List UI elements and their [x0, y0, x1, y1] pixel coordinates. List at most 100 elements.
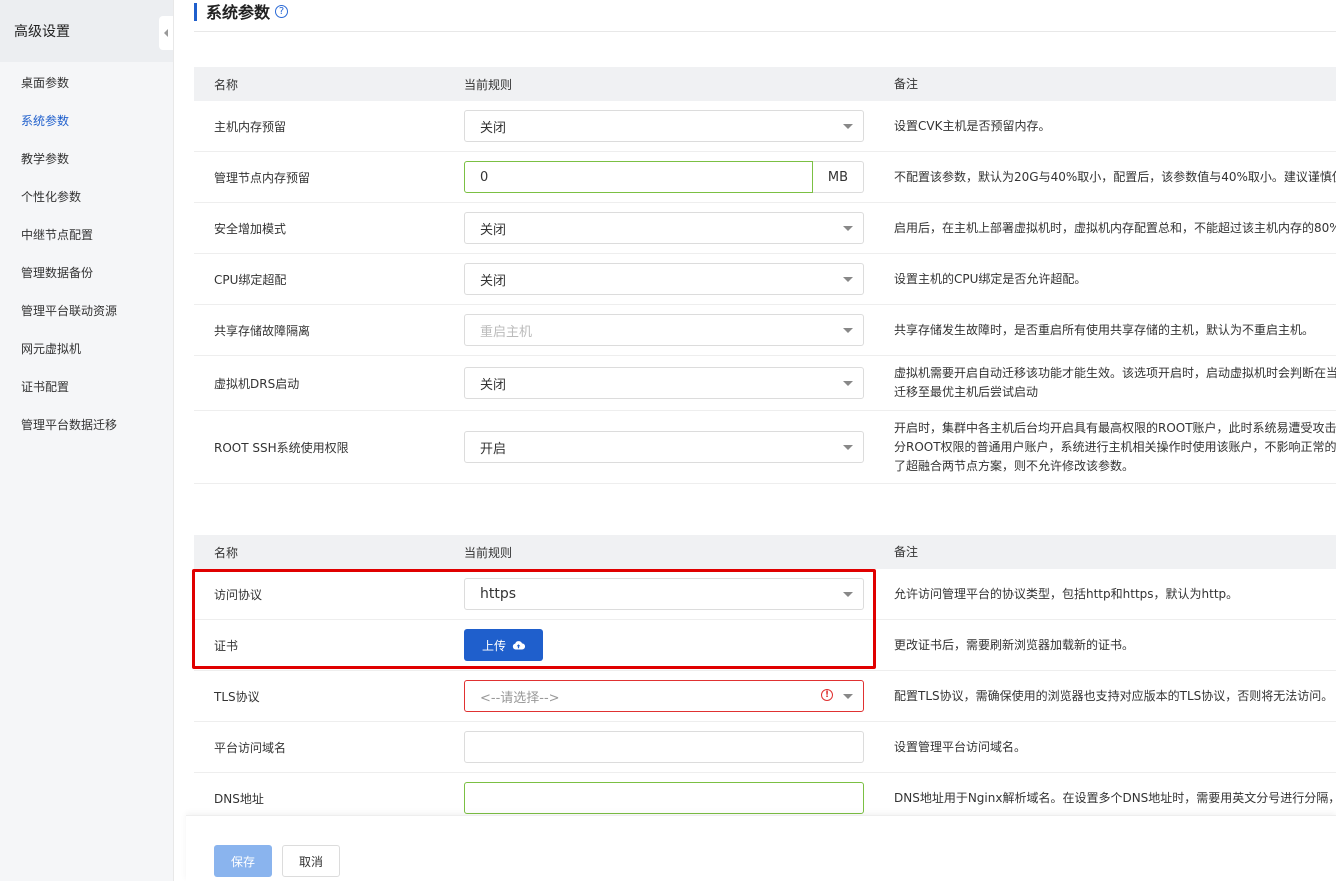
safe-increase-mode-select[interactable]: 关闭 [464, 212, 864, 244]
note-line: 分ROOT权限的普通用户账户，系统进行主机相关操作时使用该账户，不影响正常的 [894, 439, 1336, 454]
sidebar-item-platform-linked-resources[interactable]: 管理平台联动资源 [0, 292, 173, 330]
header-rule: 当前规则 [464, 545, 513, 560]
cpu-binding-overcommit-select[interactable]: 关闭 [464, 263, 864, 295]
row-note: 共享存储发生故障时，是否重启所有使用共享存储的主机，默认为不重启主机。 [894, 322, 1315, 337]
note-line: 迁移至最优主机后尝试启动 [894, 385, 1039, 399]
header-name: 名称 [214, 545, 239, 560]
row-name: 主机内存预留 [214, 119, 287, 134]
select-value: 开启 [480, 441, 507, 457]
table-header: 名称 当前规则 备注 [194, 535, 1336, 569]
access-params-table: 名称 当前规则 备注 访问协议 https 允许访问管理平台的协议类型，包括ht… [194, 535, 1336, 824]
system-params-table: 名称 当前规则 备注 主机内存预留 关闭 设置CVK主机是否预留内存。 管理节点… [194, 67, 1336, 484]
table-row: 共享存储故障隔离 重启主机 共享存储发生故障时，是否重启所有使用共享存储的主机，… [194, 305, 1336, 356]
note-line: 虚拟机需要开启自动迁移该功能才能生效。该选项开启时，启动虚拟机时会判断在当 [894, 366, 1336, 380]
select-placeholder: <--请选择--> [480, 690, 560, 706]
select-value: 重启主机 [480, 324, 533, 340]
row-name: 访问协议 [214, 587, 263, 602]
table-row: 主机内存预留 关闭 设置CVK主机是否预留内存。 [194, 101, 1336, 152]
page-title: 系统参数 [206, 3, 271, 22]
row-note: 不配置该参数，默认为20G与40%取小，配置后，该参数值与40%取小。建议谨慎使 [894, 169, 1336, 184]
caret-down-icon [843, 277, 853, 282]
row-name: TLS协议 [214, 689, 260, 704]
row-note: 启用后，在主机上部署虚拟机时，虚拟机内存配置总和，不能超过该主机内存的80% [894, 220, 1336, 235]
access-protocol-select[interactable]: https [464, 578, 864, 610]
caret-down-icon [843, 226, 853, 231]
sidebar-menu: 桌面参数 系统参数 教学参数 个性化参数 中继节点配置 管理数据备份 管理平台联… [0, 62, 173, 444]
mgmt-node-memory-input-group: 0 MB [464, 161, 864, 193]
row-name: ROOT SSH系统使用权限 [214, 440, 349, 455]
caret-down-icon [843, 694, 853, 699]
vm-drs-start-select[interactable]: 关闭 [464, 367, 864, 399]
table-row: ROOT SSH系统使用权限 开启 开启时，集群中各主机后台均开启具有最高权限的… [194, 411, 1336, 484]
dns-address-input[interactable] [464, 782, 864, 814]
error-icon: ! [821, 689, 833, 701]
caret-down-icon [843, 328, 853, 333]
select-value: 关闭 [480, 222, 507, 238]
save-button[interactable]: 保存 [214, 845, 272, 877]
table-row: CPU绑定超配 关闭 设置主机的CPU绑定是否允许超配。 [194, 254, 1336, 305]
select-value: 关闭 [480, 377, 507, 393]
table-row: TLS协议 <--请选择-->! 配置TLS协议，需确保使用的浏览器也支持对应版… [194, 671, 1336, 722]
footer-bar: 保存 取消 [186, 815, 1336, 881]
row-note: DNS地址用于Nginx解析域名。在设置多个DNS地址时，需要用英文分号进行分隔… [894, 790, 1336, 805]
note-line: 了超融合两节点方案，则不允许修改该参数。 [894, 458, 1135, 473]
table-row: 证书 上传 更改证书后，需要刷新浏览器加载新的证书。 [194, 620, 1336, 671]
row-note: 虚拟机需要开启自动迁移该功能才能生效。该选项开启时，启动虚拟机时会判断在当 迁移… [894, 364, 1336, 402]
note-line: 开启时，集群中各主机后台均开启具有最高权限的ROOT账户，此时系统易遭受攻击 [894, 420, 1336, 435]
sidebar-item-network-element-vm[interactable]: 网元虚拟机 [0, 330, 173, 368]
header-rule: 当前规则 [464, 77, 513, 92]
cloud-upload-icon [512, 641, 525, 650]
row-note: 配置TLS协议，需确保使用的浏览器也支持对应版本的TLS协议，否则将无法访问。 [894, 688, 1334, 703]
title-divider [194, 31, 1336, 32]
host-memory-reserve-select[interactable]: 关闭 [464, 110, 864, 142]
table-row: 安全增加模式 关闭 启用后，在主机上部署虚拟机时，虚拟机内存配置总和，不能超过该… [194, 203, 1336, 254]
header-name: 名称 [214, 77, 239, 92]
main-content: 系统参数 ? 名称 当前规则 备注 主机内存预留 关闭 设置CVK主机是否预留内… [174, 0, 1336, 881]
header-note: 备注 [894, 76, 919, 91]
collapse-sidebar-button[interactable] [159, 16, 173, 50]
select-value: 关闭 [480, 120, 507, 136]
row-note: 允许访问管理平台的协议类型，包括http和https，默认为http。 [894, 586, 1239, 601]
sidebar-item-personalization-params[interactable]: 个性化参数 [0, 178, 173, 216]
select-value: 关闭 [480, 273, 507, 289]
row-name: DNS地址 [214, 791, 264, 806]
sidebar-item-teaching-params[interactable]: 教学参数 [0, 140, 173, 178]
platform-domain-input[interactable] [464, 731, 864, 763]
sidebar-item-certificate-config[interactable]: 证书配置 [0, 368, 173, 406]
title-accent [194, 3, 197, 21]
page-header: 系统参数 ? [194, 0, 289, 30]
sidebar-item-system-params[interactable]: 系统参数 [0, 102, 173, 140]
row-name: CPU绑定超配 [214, 272, 287, 287]
row-note: 设置主机的CPU绑定是否允许超配。 [894, 271, 1087, 286]
caret-down-icon [843, 445, 853, 450]
caret-down-icon [843, 592, 853, 597]
table-row: 虚拟机DRS启动 关闭 虚拟机需要开启自动迁移该功能才能生效。该选项开启时，启动… [194, 356, 1336, 411]
cancel-button[interactable]: 取消 [282, 845, 340, 877]
sidebar-header: 高级设置 [0, 0, 173, 62]
select-value: https [480, 586, 517, 602]
sidebar-item-desktop-params[interactable]: 桌面参数 [0, 64, 173, 102]
row-name: 证书 [214, 638, 239, 653]
row-name: 管理节点内存预留 [214, 170, 311, 185]
upload-certificate-button[interactable]: 上传 [464, 629, 543, 661]
table-row: 管理节点内存预留 0 MB 不配置该参数，默认为20G与40%取小，配置后，该参… [194, 152, 1336, 203]
help-icon[interactable]: ? [275, 4, 289, 18]
row-note: 开启时，集群中各主机后台均开启具有最高权限的ROOT账户，此时系统易遭受攻击 分… [894, 419, 1336, 476]
shared-storage-isolation-select: 重启主机 [464, 314, 864, 346]
sidebar-item-relay-node-config[interactable]: 中继节点配置 [0, 216, 173, 254]
row-name: 平台访问域名 [214, 740, 287, 755]
tls-protocol-select[interactable]: <--请选择-->! [464, 680, 864, 712]
sidebar-item-platform-data-migration[interactable]: 管理平台数据迁移 [0, 406, 173, 444]
row-name: 共享存储故障隔离 [214, 323, 311, 338]
row-name: 虚拟机DRS启动 [214, 376, 300, 391]
caret-down-icon [843, 124, 853, 129]
row-note: 更改证书后，需要刷新浏览器加载新的证书。 [894, 637, 1135, 652]
mgmt-node-memory-input[interactable]: 0 [464, 161, 813, 193]
table-row: 平台访问域名 设置管理平台访问域名。 [194, 722, 1336, 773]
header-note: 备注 [894, 544, 919, 559]
sidebar: 高级设置 桌面参数 系统参数 教学参数 个性化参数 中继节点配置 管理数据备份 … [0, 0, 174, 881]
table-row: 访问协议 https 允许访问管理平台的协议类型，包括http和https，默认… [194, 569, 1336, 620]
sidebar-item-management-data-backup[interactable]: 管理数据备份 [0, 254, 173, 292]
root-ssh-permission-select[interactable]: 开启 [464, 431, 864, 463]
row-name: 安全增加模式 [214, 221, 287, 236]
